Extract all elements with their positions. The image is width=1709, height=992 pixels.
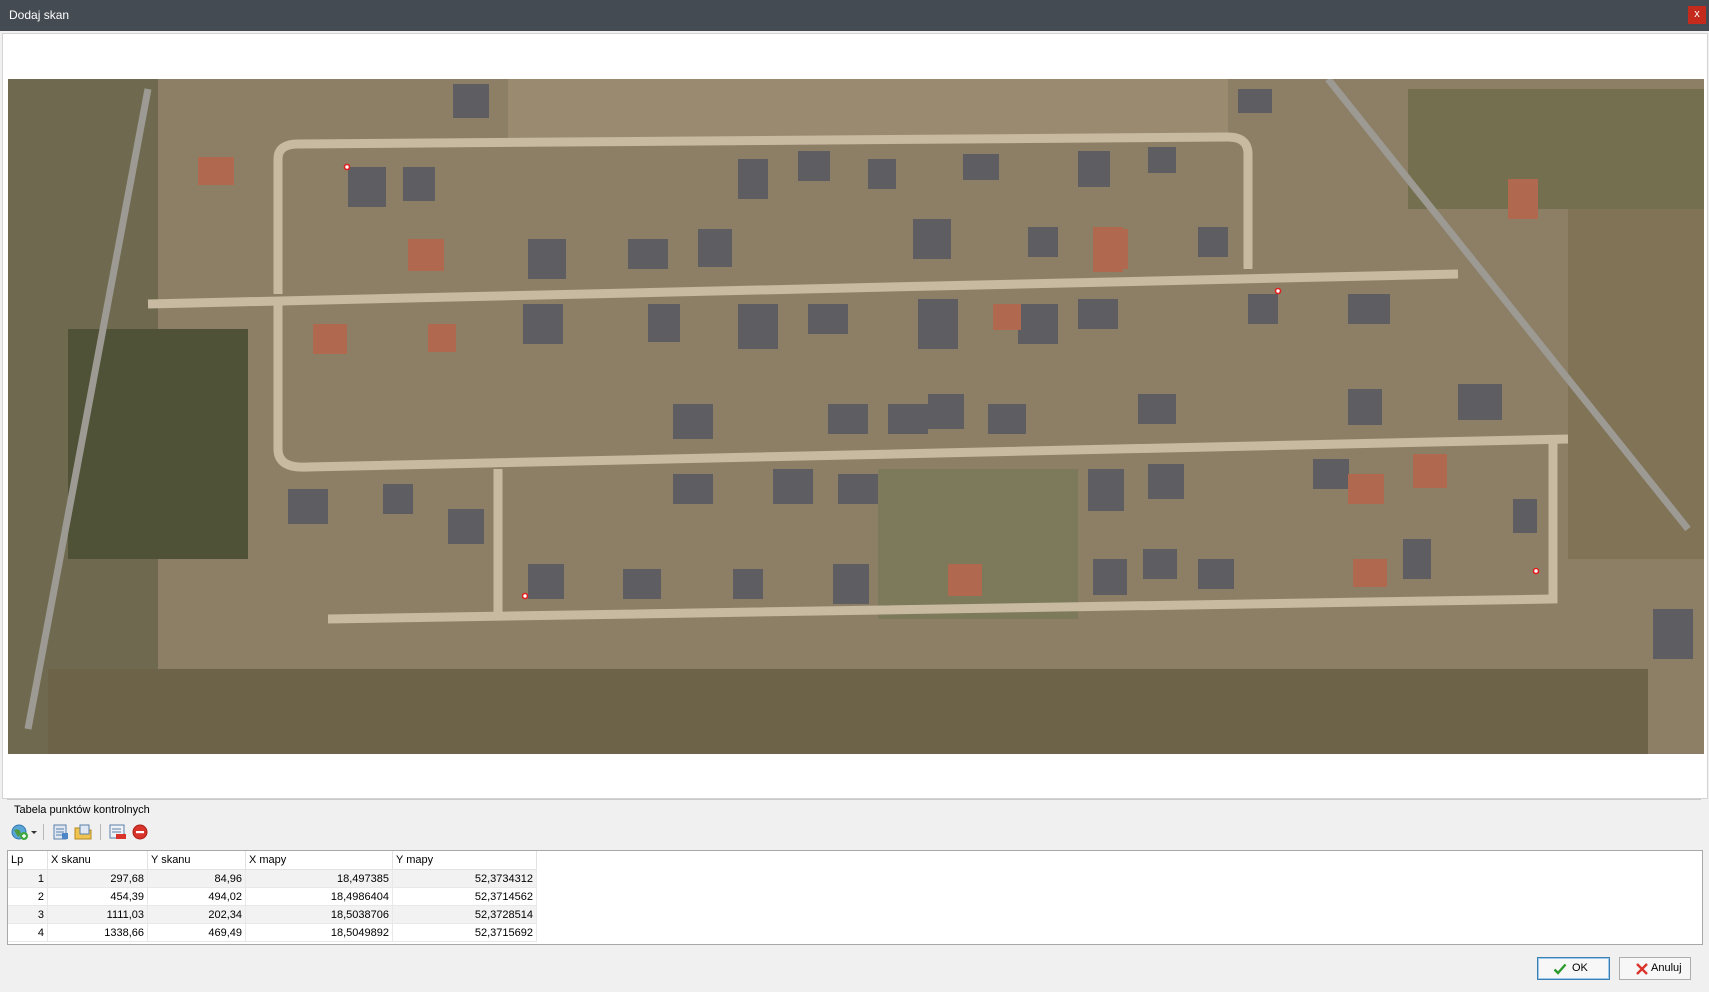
cell-y-scan[interactable]: 494,02 bbox=[147, 887, 246, 906]
cell-lp[interactable]: 2 bbox=[8, 887, 48, 906]
add-point-globe-icon[interactable] bbox=[10, 822, 30, 842]
control-point-1[interactable] bbox=[343, 163, 351, 171]
dropdown-arrow-icon[interactable] bbox=[29, 822, 39, 842]
cell-x-scan[interactable]: 1338,66 bbox=[47, 923, 148, 942]
window-title: Dodaj skan bbox=[9, 8, 70, 22]
cell-x-scan[interactable]: 297,68 bbox=[47, 869, 148, 888]
cancel-button[interactable]: Anuluj bbox=[1619, 957, 1691, 980]
column-header-lp[interactable]: Lp bbox=[8, 851, 48, 870]
orchard-field bbox=[48, 669, 1648, 754]
column-header-x-scan[interactable]: X skanu bbox=[47, 851, 148, 870]
ok-button-label: OK bbox=[1572, 962, 1588, 974]
cell-y-map[interactable]: 52,3734312 bbox=[392, 869, 537, 888]
cancel-x-icon bbox=[1636, 963, 1648, 975]
cancel-button-label: Anuluj bbox=[1651, 962, 1682, 974]
scan-viewer[interactable] bbox=[2, 33, 1708, 799]
cell-lp[interactable]: 3 bbox=[8, 905, 48, 924]
orchard-field bbox=[1408, 89, 1704, 209]
table-row[interactable]: 2 454,39 494,02 18,4986404 52,3714562 bbox=[8, 887, 537, 906]
field bbox=[508, 79, 1228, 139]
cell-y-map[interactable]: 52,3714562 bbox=[392, 887, 537, 906]
cell-x-map[interactable]: 18,4986404 bbox=[245, 887, 393, 906]
import-icon[interactable] bbox=[51, 822, 71, 842]
close-button[interactable]: x bbox=[1688, 6, 1706, 24]
control-point-4[interactable] bbox=[1532, 567, 1540, 575]
table-row[interactable]: 4 1338,66 469,49 18,5049892 52,3715692 bbox=[8, 923, 537, 942]
cell-x-scan[interactable]: 1111,03 bbox=[47, 905, 148, 924]
cell-y-map[interactable]: 52,3728514 bbox=[392, 905, 537, 924]
table-header-row: Lp X skanu Y skanu X mapy Y mapy bbox=[8, 851, 537, 870]
table-row[interactable]: 1 297,68 84,96 18,497385 52,3734312 bbox=[8, 869, 537, 888]
cell-lp[interactable]: 4 bbox=[8, 923, 48, 942]
dialog-window: Dodaj skan x Tabela punktów kontrolnych … bbox=[0, 0, 1709, 992]
delete-icon[interactable] bbox=[130, 822, 150, 842]
checkmark-icon bbox=[1553, 963, 1567, 975]
cell-y-map[interactable]: 52,3715692 bbox=[392, 923, 537, 942]
cell-x-map[interactable]: 18,5038706 bbox=[245, 905, 393, 924]
column-header-y-map[interactable]: Y mapy bbox=[392, 851, 537, 870]
cell-x-map[interactable]: 18,5049892 bbox=[245, 923, 393, 942]
table-row[interactable]: 3 1111,03 202,34 18,5038706 52,3728514 bbox=[8, 905, 537, 924]
field bbox=[1568, 209, 1704, 559]
ok-button[interactable]: OK bbox=[1537, 957, 1610, 980]
cell-x-map[interactable]: 18,497385 bbox=[245, 869, 393, 888]
aerial-scan-image[interactable] bbox=[8, 79, 1704, 754]
control-points-table[interactable]: Lp X skanu Y skanu X mapy Y mapy 1 297,6… bbox=[7, 850, 1703, 945]
garden bbox=[878, 469, 1078, 619]
column-header-x-map[interactable]: X mapy bbox=[245, 851, 393, 870]
group-separator bbox=[7, 799, 1701, 800]
cell-y-scan[interactable]: 469,49 bbox=[147, 923, 246, 942]
cell-y-scan[interactable]: 202,34 bbox=[147, 905, 246, 924]
control-point-3[interactable] bbox=[1274, 287, 1282, 295]
control-point-2[interactable] bbox=[521, 592, 529, 600]
title-bar[interactable]: Dodaj skan x bbox=[0, 0, 1709, 31]
control-points-group-title: Tabela punktów kontrolnych bbox=[14, 804, 150, 816]
export-icon[interactable] bbox=[73, 822, 93, 842]
control-points-grid: Lp X skanu Y skanu X mapy Y mapy 1 297,6… bbox=[8, 851, 537, 942]
cell-lp[interactable]: 1 bbox=[8, 869, 48, 888]
cell-x-scan[interactable]: 454,39 bbox=[47, 887, 148, 906]
column-header-y-scan[interactable]: Y skanu bbox=[147, 851, 246, 870]
toolbar-separator bbox=[43, 824, 44, 840]
edit-icon[interactable] bbox=[108, 822, 128, 842]
toolbar-separator bbox=[100, 824, 101, 840]
cell-y-scan[interactable]: 84,96 bbox=[147, 869, 246, 888]
